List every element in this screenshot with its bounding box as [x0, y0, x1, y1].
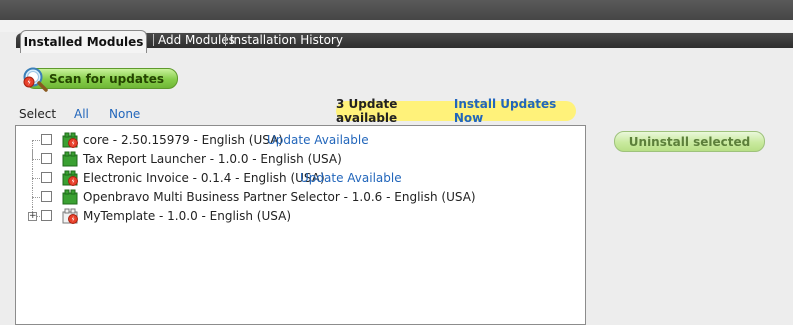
module-checkbox[interactable]: [41, 210, 52, 221]
magnifier-update-icon[interactable]: [22, 66, 48, 92]
select-label: Select: [19, 107, 57, 121]
expand-icon[interactable]: +: [28, 212, 37, 221]
tab-add-modules[interactable]: Add Modules: [158, 33, 235, 48]
module-label: Electronic Invoice - 0.1.4 - English (US…: [83, 171, 325, 185]
install-updates-now-link[interactable]: Install Updates Now: [454, 97, 576, 125]
module-row-mytemplate: + MyTemplate - 1.0.0 - English (USA): [16, 207, 585, 225]
updates-available-banner: 3 Update available Install Updates Now: [336, 97, 576, 125]
module-label: core - 2.50.15979 - English (USA): [83, 133, 283, 147]
module-checkbox[interactable]: [41, 134, 52, 145]
update-available-link[interactable]: Update Available: [267, 133, 369, 147]
uninstall-selected-label: Uninstall selected: [628, 134, 751, 149]
module-icon: [62, 189, 78, 205]
module-icon: [62, 151, 78, 167]
select-all-link[interactable]: All: [74, 107, 89, 121]
module-checkbox[interactable]: [41, 153, 52, 164]
module-update-icon: [62, 170, 78, 186]
top-header-bar: [0, 0, 793, 20]
module-update-icon: [62, 132, 78, 148]
update-available-link[interactable]: Update Available: [300, 171, 402, 185]
uninstall-selected-button[interactable]: Uninstall selected: [614, 131, 765, 152]
module-label: MyTemplate - 1.0.0 - English (USA): [83, 209, 292, 223]
updates-count-text: 3 Update available: [336, 97, 398, 125]
module-checkbox[interactable]: [41, 191, 52, 202]
module-row-tax-report-launcher: Tax Report Launcher - 1.0.0 - English (U…: [16, 150, 585, 169]
module-label: Tax Report Launcher - 1.0.0 - English (U…: [83, 152, 342, 166]
module-row-openbravo-multi-bp-selector: Openbravo Multi Business Partner Selecto…: [16, 188, 585, 207]
tab-installation-history[interactable]: Installation History: [230, 33, 343, 48]
scan-for-updates-label: Scan for updates: [49, 71, 164, 86]
tab-installed-modules[interactable]: Installed Modules: [20, 30, 147, 53]
module-checkbox[interactable]: [41, 172, 52, 183]
module-tree: core - 2.50.15979 - English (USA) Update…: [15, 125, 586, 325]
module-row-core: core - 2.50.15979 - English (USA) Update…: [16, 131, 585, 160]
select-none-link[interactable]: None: [109, 107, 140, 121]
template-icon: [62, 208, 78, 224]
module-row-electronic-invoice: Electronic Invoice - 0.1.4 - English (US…: [16, 169, 585, 188]
tab-separator: [153, 34, 154, 46]
tab-separator: [225, 34, 226, 46]
module-label: Openbravo Multi Business Partner Selecto…: [83, 190, 476, 204]
